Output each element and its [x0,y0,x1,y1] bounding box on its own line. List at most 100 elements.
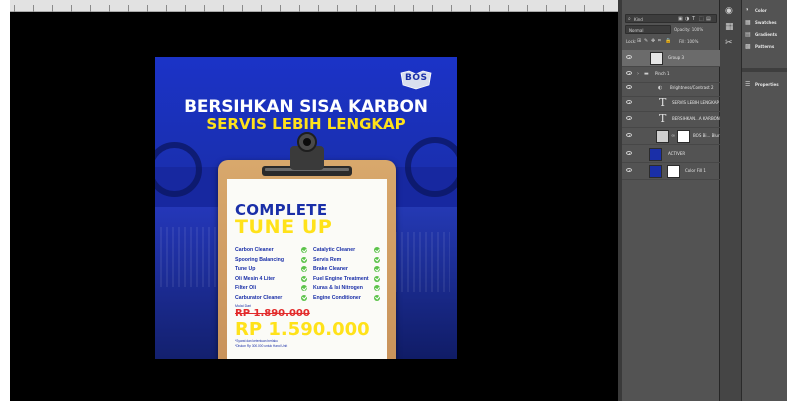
headline-line-1: BERSIHKAN SISA KARBON [184,97,428,117]
layer-name: Group 3 [668,55,684,60]
patterns-icon: ▩ [745,44,751,50]
layer-mask-thumbnail [667,165,680,178]
ruler-tick [584,5,585,12]
panel-tab-color[interactable]: ◑ Color [745,6,785,16]
layer-row-bos-blur[interactable]: ∞ BOS Bi... Blur [622,128,720,145]
ruler-tick [432,5,433,12]
visibility-eye-icon[interactable] [626,168,632,172]
layer-row-bersihkan-karbon[interactable]: T BERSIHKAN...A KARBON [622,111,720,128]
service-item: Catalytic Cleaner [313,247,356,253]
poster-artboard[interactable]: BOS BERSIHKAN SISA KARBON SERVIS LEBIH L… [155,57,457,359]
blend-mode-select[interactable]: Normal [625,25,671,34]
panel-tab-properties[interactable]: ☰ Properties [745,80,785,90]
service-item: Carbon Cleaner [235,247,274,253]
visibility-eye-icon[interactable] [626,85,632,89]
ruler-tick [223,5,224,12]
panel-tab-label: Patterns [755,44,775,49]
ruler-tick [546,5,547,12]
layer-filter-bar[interactable]: ⌕ Kind ▣ ◑ T ⬚ ▤ [625,14,717,23]
check-icon [374,256,380,263]
ruler-tick [394,5,395,12]
layer-thumbnail [650,52,663,65]
footnote: *Diskon Rp 300.000 untuk Hand Unit [235,344,288,348]
panel-tab-gradients[interactable]: ▤ Gradients [745,30,785,40]
pixel-filter-icon[interactable]: ▣ [678,16,683,22]
check-icon [301,256,307,263]
swatches-icon: ▦ [745,20,751,26]
check-icon [301,247,307,253]
gradients-icon: ▤ [745,32,751,38]
ruler-tick [299,5,300,12]
panel-tab-swatches[interactable]: ▦ Swatches [745,18,785,28]
type-layer-icon: T [659,112,667,125]
layer-thumbnail [656,130,669,143]
ruler-tick [147,5,148,12]
layer-row-servis-lebih-lengkap[interactable]: T SERVIS LEBIH LENGKAP [622,95,720,112]
engine-grille-right [395,232,450,292]
layer-name: BERSIHKAN...A KARBON [672,116,720,121]
check-icon [301,275,307,282]
check-icon [374,285,380,291]
visibility-eye-icon[interactable] [626,116,632,120]
layer-name: BOS Bi... Blur [693,133,720,138]
panel-tab-patterns[interactable]: ▩ Patterns [745,42,785,52]
shape-filter-icon[interactable]: ⬚ [699,16,704,22]
old-price: RP 1.890.000 [235,308,310,319]
layer-row-activer[interactable]: ACTIVER [622,146,720,163]
visibility-eye-icon[interactable] [626,133,632,137]
chevron-right-icon[interactable]: › [637,71,639,77]
panel-tab-label: Color [755,8,767,13]
color-picker-icon[interactable]: ◉ [725,6,737,16]
layer-filter-kind[interactable]: Kind [634,17,643,22]
layer-row-color-fill-1[interactable]: Color Fill 1 [622,163,720,180]
lock-artboard-icon[interactable]: ⌗ [658,38,661,44]
check-icon [301,266,307,272]
check-icon [301,285,307,291]
lock-label: Lock: [626,39,637,44]
lock-transparency-icon[interactable]: ⊞ [637,38,641,44]
ruler-tick [280,5,281,12]
check-icon [374,294,380,301]
lock-image-icon[interactable]: ✎ [644,38,648,44]
visibility-eye-icon[interactable] [626,151,632,155]
ruler-tick [90,5,91,12]
type-filter-icon[interactable]: T [692,16,695,22]
layer-name: SERVIS LEBIH LENGKAP [672,100,719,105]
service-item: Carburator Cleaner [235,294,283,301]
ruler-tick [71,5,72,12]
service-item: Kuras & Isi Nitrogen [313,285,363,291]
smart-filter-icon[interactable]: ▤ [706,16,711,22]
swatches-panel-icon[interactable]: ▦ [725,22,737,32]
ruler-tick [375,5,376,12]
ruler-tick [337,5,338,12]
layer-mask-thumbnail [677,130,690,143]
panel-tab-label: Properties [755,82,779,87]
opacity-field[interactable]: Opacity: 100% [674,27,703,32]
visibility-eye-icon[interactable] [626,100,632,104]
check-icon [301,294,307,301]
link-icon[interactable]: ∞ [671,133,675,139]
ruler-tick [527,5,528,12]
layer-thumbnail [649,148,662,161]
wheel-right [405,137,457,197]
visibility-eye-icon[interactable] [626,55,632,59]
ruler-tick [261,5,262,12]
horizontal-ruler[interactable] [10,0,618,12]
layer-name: Pinch 1 [655,71,670,76]
adjustment-filter-icon[interactable]: ◑ [685,16,689,22]
lock-position-icon[interactable]: ✥ [651,38,655,44]
service-item: Filter Oli [235,285,257,291]
lock-all-icon[interactable]: 🔒 [665,38,671,44]
ruler-tick [166,5,167,12]
new-price: RP 1.590.000 [235,319,370,340]
visibility-eye-icon[interactable] [626,71,632,75]
title-tune-up: TUNE UP [235,216,333,238]
ruler-tick [242,5,243,12]
tools-scissors-icon[interactable]: ✂ [725,38,737,48]
folder-icon: ▬ [644,71,649,77]
canvas-area[interactable]: BOS BERSIHKAN SISA KARBON SERVIS LEBIH L… [10,12,618,401]
check-icon [374,275,380,282]
clipboard-clip-icon [262,132,352,176]
layer-row-group-3[interactable]: Group 3 [622,50,720,67]
fill-field[interactable]: Fill: 100% [679,39,698,44]
